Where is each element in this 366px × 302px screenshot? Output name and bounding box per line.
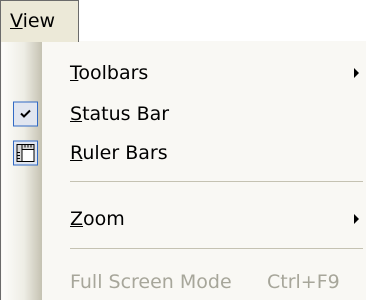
menu-item-toolbars-label: Toolbars (70, 62, 149, 84)
view-menu-label: View (10, 10, 56, 32)
menu-item-zoom-label: Zoom (70, 208, 125, 230)
ruler-icon (13, 140, 38, 166)
menu-item-shortcut: Ctrl+F9 (267, 271, 340, 293)
menu-item-full-screen-mode[interactable]: Full Screen Mode Ctrl+F9 (1, 262, 366, 302)
submenu-arrow-icon (354, 214, 359, 224)
view-menu-button[interactable]: View (0, 0, 79, 42)
menu-item-full-screen-mode-label: Full Screen Mode (70, 271, 232, 293)
menu-item-ruler-bars[interactable]: Ruler Bars (1, 133, 366, 173)
menu-item-zoom[interactable]: Zoom (1, 199, 366, 239)
view-dropdown-menu: Toolbars Status Bar Ruler Bars Zoom Full… (0, 41, 366, 300)
check-icon (13, 101, 38, 127)
menu-item-status-bar[interactable]: Status Bar (1, 94, 366, 134)
menu-separator (70, 248, 363, 249)
menu-item-ruler-bars-label: Ruler Bars (70, 142, 168, 164)
menu-separator (70, 181, 363, 182)
menu-item-status-bar-label: Status Bar (70, 103, 170, 125)
menu-item-toolbars[interactable]: Toolbars (1, 53, 366, 93)
submenu-arrow-icon (354, 68, 359, 78)
